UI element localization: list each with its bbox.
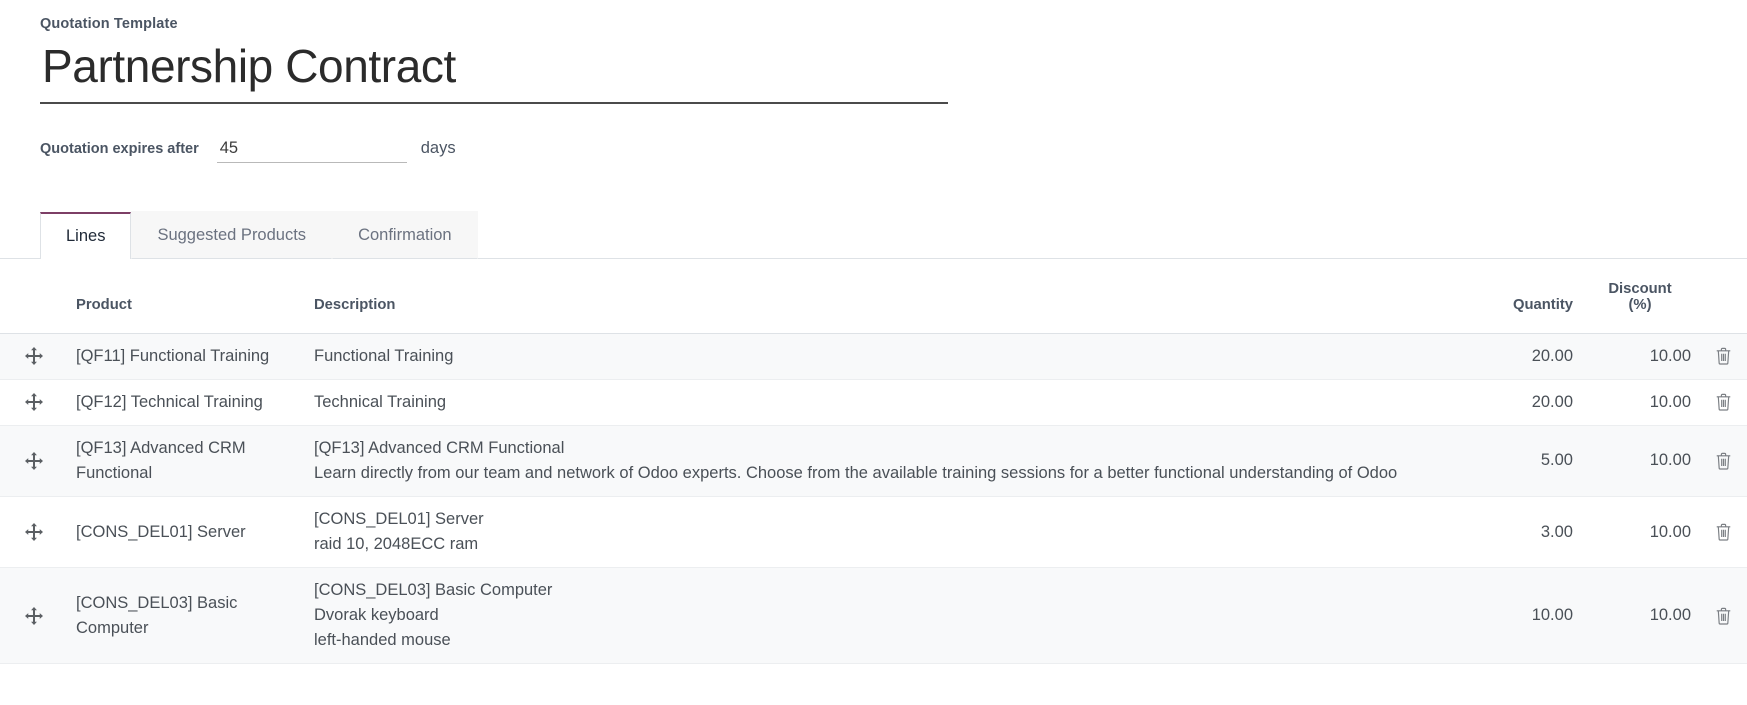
tab-confirmation[interactable]: Confirmation <box>332 211 478 259</box>
form-header: Quotation Template Partnership Contract … <box>0 0 1747 163</box>
move-icon[interactable] <box>25 393 43 412</box>
column-header-discount-line2: (%) <box>1628 296 1652 313</box>
table-row[interactable]: [QF12] Technical Training Technical Trai… <box>0 379 1747 426</box>
cell-product[interactable]: [CONS_DEL01] Server <box>68 496 306 567</box>
cell-description[interactable]: [CONS_DEL03] Basic Computer Dvorak keybo… <box>306 568 1446 664</box>
notebook-tabs: Lines Suggested Products Confirmation <box>0 209 1747 259</box>
cell-discount[interactable]: 10.00 <box>1581 379 1699 425</box>
row-drag-handle-cell[interactable] <box>0 379 68 425</box>
order-lines-table: Product Description Quantity Discount (%… <box>0 258 1747 665</box>
table-row[interactable]: [QF13] Advanced CRM Functional [QF13] Ad… <box>0 425 1747 497</box>
row-delete-cell[interactable] <box>1699 333 1747 379</box>
cell-product[interactable]: [QF12] Technical Training <box>68 379 306 425</box>
trash-icon[interactable] <box>1715 607 1732 625</box>
page-subtitle-label: Quotation Template <box>40 16 178 32</box>
cell-product[interactable]: [QF13] Advanced CRM Functional <box>68 425 306 496</box>
quotation-expires-input[interactable] <box>216 137 407 163</box>
row-delete-cell[interactable] <box>1699 425 1747 496</box>
quotation-expires-unit: days <box>420 138 456 157</box>
row-drag-handle-cell[interactable] <box>0 568 68 664</box>
cell-product[interactable]: [QF11] Functional Training <box>68 333 306 379</box>
tab-lines[interactable]: Lines <box>40 212 132 259</box>
move-icon[interactable] <box>25 523 43 542</box>
table-header: Product Description Quantity Discount (%… <box>0 258 1747 334</box>
table-header-row: Product Description Quantity Discount (%… <box>0 258 1747 334</box>
cell-quantity[interactable]: 10.00 <box>1446 568 1581 664</box>
column-header-discount: Discount (%) <box>1581 258 1699 334</box>
column-header-delete <box>1699 258 1747 334</box>
row-delete-cell[interactable] <box>1699 379 1747 425</box>
quotation-expiry-row: Quotation expires after days <box>40 137 1747 163</box>
page-title[interactable]: Partnership Contract <box>40 37 948 97</box>
column-header-quantity: Quantity <box>1446 258 1581 334</box>
cell-description[interactable]: Functional Training <box>306 333 1446 379</box>
quotation-template-form: Quotation Template Partnership Contract … <box>0 0 1747 705</box>
table-row[interactable]: [CONS_DEL01] Server [CONS_DEL01] Server … <box>0 496 1747 568</box>
move-icon[interactable] <box>25 451 43 470</box>
move-icon[interactable] <box>25 606 43 625</box>
column-header-product: Product <box>68 258 306 334</box>
cell-description[interactable]: [QF13] Advanced CRM Functional Learn dir… <box>306 425 1446 496</box>
trash-icon[interactable] <box>1715 393 1732 411</box>
trash-icon[interactable] <box>1715 452 1732 470</box>
cell-product[interactable]: [CONS_DEL03] Basic Computer <box>68 568 306 664</box>
cell-quantity[interactable]: 20.00 <box>1446 333 1581 379</box>
row-drag-handle-cell[interactable] <box>0 496 68 567</box>
row-delete-cell[interactable] <box>1699 496 1747 567</box>
cell-description[interactable]: Technical Training <box>306 379 1446 425</box>
cell-quantity[interactable]: 20.00 <box>1446 379 1581 425</box>
cell-discount[interactable]: 10.00 <box>1581 568 1699 664</box>
cell-quantity[interactable]: 5.00 <box>1446 425 1581 496</box>
tab-lines-label: Lines <box>66 227 106 246</box>
column-header-handle <box>0 258 68 334</box>
cell-quantity[interactable]: 3.00 <box>1446 496 1581 567</box>
tab-suggested-products-label: Suggested Products <box>157 226 307 245</box>
row-drag-handle-cell[interactable] <box>0 425 68 496</box>
cell-discount[interactable]: 10.00 <box>1581 496 1699 567</box>
title-field-wrapper[interactable]: Partnership Contract <box>40 37 948 104</box>
move-icon[interactable] <box>25 347 43 366</box>
quotation-expires-label: Quotation expires after <box>40 140 199 157</box>
column-header-description: Description <box>306 258 1446 334</box>
tab-suggested-products[interactable]: Suggested Products <box>131 211 333 259</box>
cell-discount[interactable]: 10.00 <box>1581 425 1699 496</box>
cell-description[interactable]: [CONS_DEL01] Server raid 10, 2048ECC ram <box>306 496 1446 567</box>
table-body: [QF11] Functional Training Functional Tr… <box>0 333 1747 664</box>
trash-icon[interactable] <box>1715 347 1732 365</box>
cell-discount[interactable]: 10.00 <box>1581 333 1699 379</box>
table-row[interactable]: [QF11] Functional Training Functional Tr… <box>0 333 1747 380</box>
column-header-discount-line1: Discount <box>1608 280 1672 297</box>
trash-icon[interactable] <box>1715 523 1732 541</box>
row-drag-handle-cell[interactable] <box>0 333 68 379</box>
tab-confirmation-label: Confirmation <box>358 226 452 245</box>
table-row[interactable]: [CONS_DEL03] Basic Computer [CONS_DEL03]… <box>0 567 1747 664</box>
row-delete-cell[interactable] <box>1699 568 1747 664</box>
